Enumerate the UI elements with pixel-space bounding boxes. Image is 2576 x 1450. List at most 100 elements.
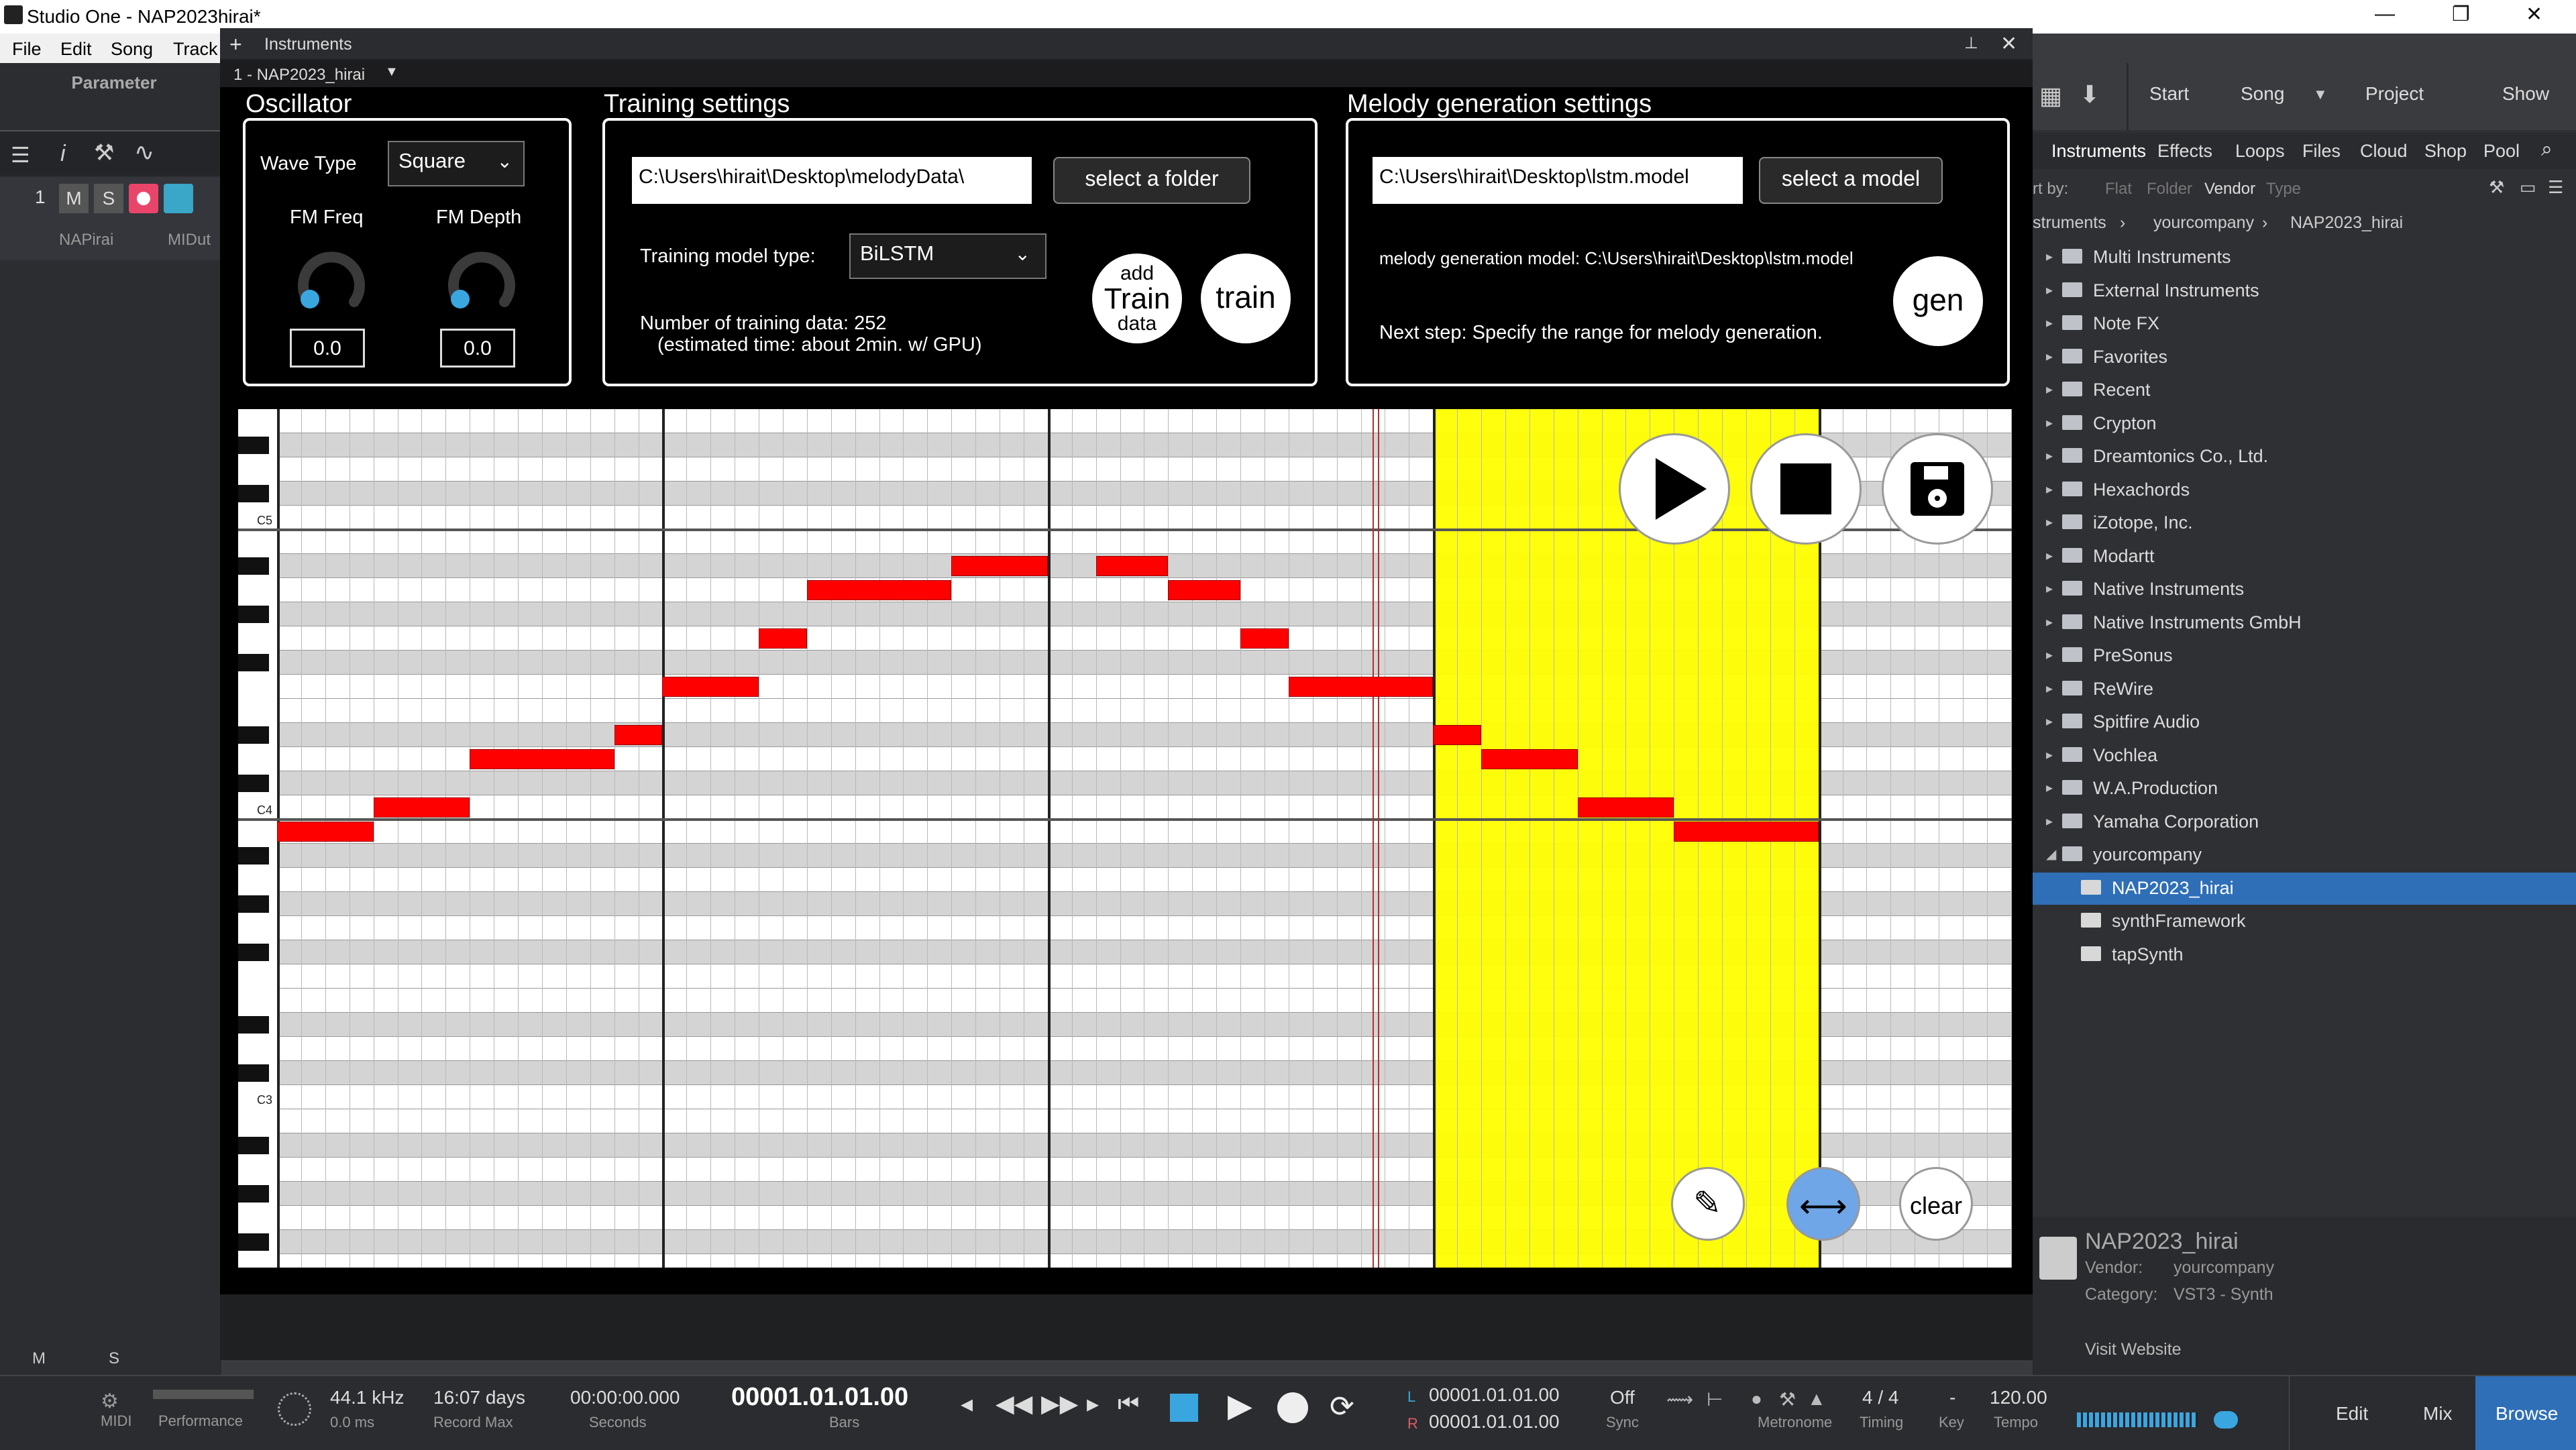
metronome-icon[interactable]: ▲ [1807,1388,1826,1410]
key-value[interactable]: - [1949,1387,1955,1408]
tab-cloud[interactable]: Cloud [2360,141,2408,162]
automation-icon[interactable]: ∿ [134,138,154,166]
loop-end[interactable]: 00001.01.01.00 [1429,1411,1560,1433]
punch-icon[interactable]: ⊢ [1707,1388,1723,1410]
browser-item[interactable]: synthFramework [2033,905,2576,938]
timing-value[interactable]: 4 / 4 [1862,1387,1898,1408]
browser-item[interactable]: ▸ Multi Instruments [2033,241,2576,274]
chevron-down-icon[interactable]: ▼ [385,64,398,80]
sort-type[interactable]: Type [2266,180,2301,199]
sort-vendor[interactable]: Vendor [2204,180,2255,199]
expand-arrow-icon[interactable]: ▸ [2046,813,2053,830]
info-icon[interactable]: i [60,141,66,167]
fm-freq-knob[interactable] [291,241,372,322]
piano-roll[interactable]: C5 C4 C3 ✎ ⟷ clear [238,409,2012,1268]
pin-icon[interactable]: ⊥ [1964,34,1978,53]
monitor-button[interactable] [164,184,193,213]
browser-item[interactable]: ▸ PreSonus [2033,640,2576,672]
expand-arrow-icon[interactable]: ▸ [2046,614,2053,630]
midi-icon[interactable]: ⚙ [101,1390,119,1413]
expand-arrow-icon[interactable]: ▸ [2046,481,2053,498]
browser-item[interactable]: ▸ Spitfire Audio [2033,706,2576,738]
clear-button[interactable]: clear [1899,1167,1973,1241]
maximize-button[interactable]: ❐ [2452,3,2470,26]
loop-icon[interactable]: ⟳ [1330,1390,1354,1424]
stop-button[interactable] [1750,433,1862,545]
chevron-down-icon[interactable]: ▼ [2313,86,2328,103]
piano-black-key[interactable] [238,775,269,792]
precount-icon[interactable]: ⟿ [1666,1388,1693,1410]
model-path-input[interactable]: C:\Users\hirait\Desktop\lstm.model [1373,157,1743,204]
list-icon[interactable]: ☰ [11,142,30,168]
play-icon[interactable]: ▶ [1228,1387,1252,1425]
piano-black-key[interactable] [238,1185,269,1203]
fast-forward-icon[interactable]: ▶▶ [1041,1390,1078,1418]
expand-arrow-icon[interactable]: ▸ [2046,282,2053,298]
browser-item[interactable]: ▸ Native Instruments [2033,573,2576,606]
sort-flat[interactable]: Flat [2105,180,2132,199]
tempo-value[interactable]: 120.00 [1990,1387,2047,1408]
solo-button[interactable]: S [94,184,123,213]
browse-button[interactable]: Browse [2475,1376,2576,1450]
browser-item[interactable]: ◢ yourcompany [2033,839,2576,871]
expand-arrow-icon[interactable]: ▸ [2046,315,2053,331]
sync-value[interactable]: Off [1610,1387,1635,1408]
menu-track[interactable]: Track [173,39,218,60]
edit-button[interactable]: Edit [2336,1403,2368,1425]
record-arm-button[interactable] [129,184,158,213]
save-button[interactable] [1882,433,1993,545]
resize-tool-button[interactable]: ⟷ [1786,1167,1860,1241]
fm-freq-value[interactable]: 0.0 [290,329,365,368]
add-icon[interactable]: + [229,32,242,57]
menu-song[interactable]: Song [111,39,153,60]
piano-black-key[interactable] [238,944,269,961]
piano-black-key[interactable] [238,1016,269,1034]
rewind-icon[interactable]: ◀◀ [996,1390,1032,1418]
midi-note[interactable] [1240,628,1289,649]
midi-note[interactable] [759,628,807,649]
midi-note[interactable] [470,749,614,769]
breadcrumb-plugin[interactable]: NAP2023_hirai [2290,213,2403,233]
midi-note[interactable] [373,797,470,818]
expand-arrow-icon[interactable]: ▸ [2046,713,2053,730]
mute-button[interactable]: M [59,184,89,213]
piano-black-key[interactable] [238,1064,269,1082]
piano-black-key[interactable] [238,726,269,744]
expand-arrow-icon[interactable]: ▸ [2046,779,2053,796]
browser-item[interactable]: ▸ Yamaha Corporation [2033,806,2576,838]
menu-edit[interactable]: Edit [60,39,92,60]
midi-note[interactable] [951,556,1048,576]
tab-pool[interactable]: Pool [2483,141,2520,162]
fm-depth-value[interactable]: 0.0 [440,329,515,368]
nav-project[interactable]: Project [2365,83,2424,105]
midi-note[interactable] [614,725,663,745]
track-header[interactable]: 1 M S NAPirai MIDut [0,177,221,260]
browser-item[interactable]: ▸ Dreamtonics Co., Ltd. [2033,441,2576,473]
browser-item[interactable]: ▸ Modartt [2033,541,2576,573]
browser-item[interactable]: ▸ iZotope, Inc. [2033,507,2576,539]
list-icon[interactable]: ☰ [2548,177,2563,198]
midi-tag[interactable]: MIDut [168,231,211,249]
piano-black-key[interactable] [238,606,269,623]
select-folder-button[interactable]: select a folder [1053,157,1250,204]
expand-arrow-icon[interactable]: ▸ [2046,547,2053,564]
piano-black-key[interactable] [238,847,269,865]
midi-note[interactable] [1168,580,1240,600]
midi-note[interactable] [1577,797,1674,818]
visit-website-link[interactable]: Visit Website [2085,1340,2182,1359]
wave-type-dropdown[interactable]: Square ⌄ [388,141,525,186]
train-button[interactable]: train [1201,254,1291,343]
browser-item[interactable]: ▸ Hexachords [2033,474,2576,506]
close-button[interactable]: ✕ [2526,3,2542,26]
nav-show[interactable]: Show [2502,83,2549,105]
browser-item[interactable]: ▸ ReWire [2033,673,2576,706]
expand-arrow-icon[interactable]: ▸ [2046,647,2053,663]
browser-item[interactable]: ▸ Vochlea [2033,740,2576,772]
midi-note[interactable] [1433,725,1481,745]
midi-note[interactable] [1674,822,1819,842]
midi-note[interactable] [662,677,759,697]
browser-item[interactable]: ▸ Favorites [2033,341,2576,374]
tab-loops[interactable]: Loops [2235,141,2285,162]
add-train-data-button[interactable]: add Train data [1092,254,1182,343]
bottom-mute[interactable]: M [32,1349,46,1368]
